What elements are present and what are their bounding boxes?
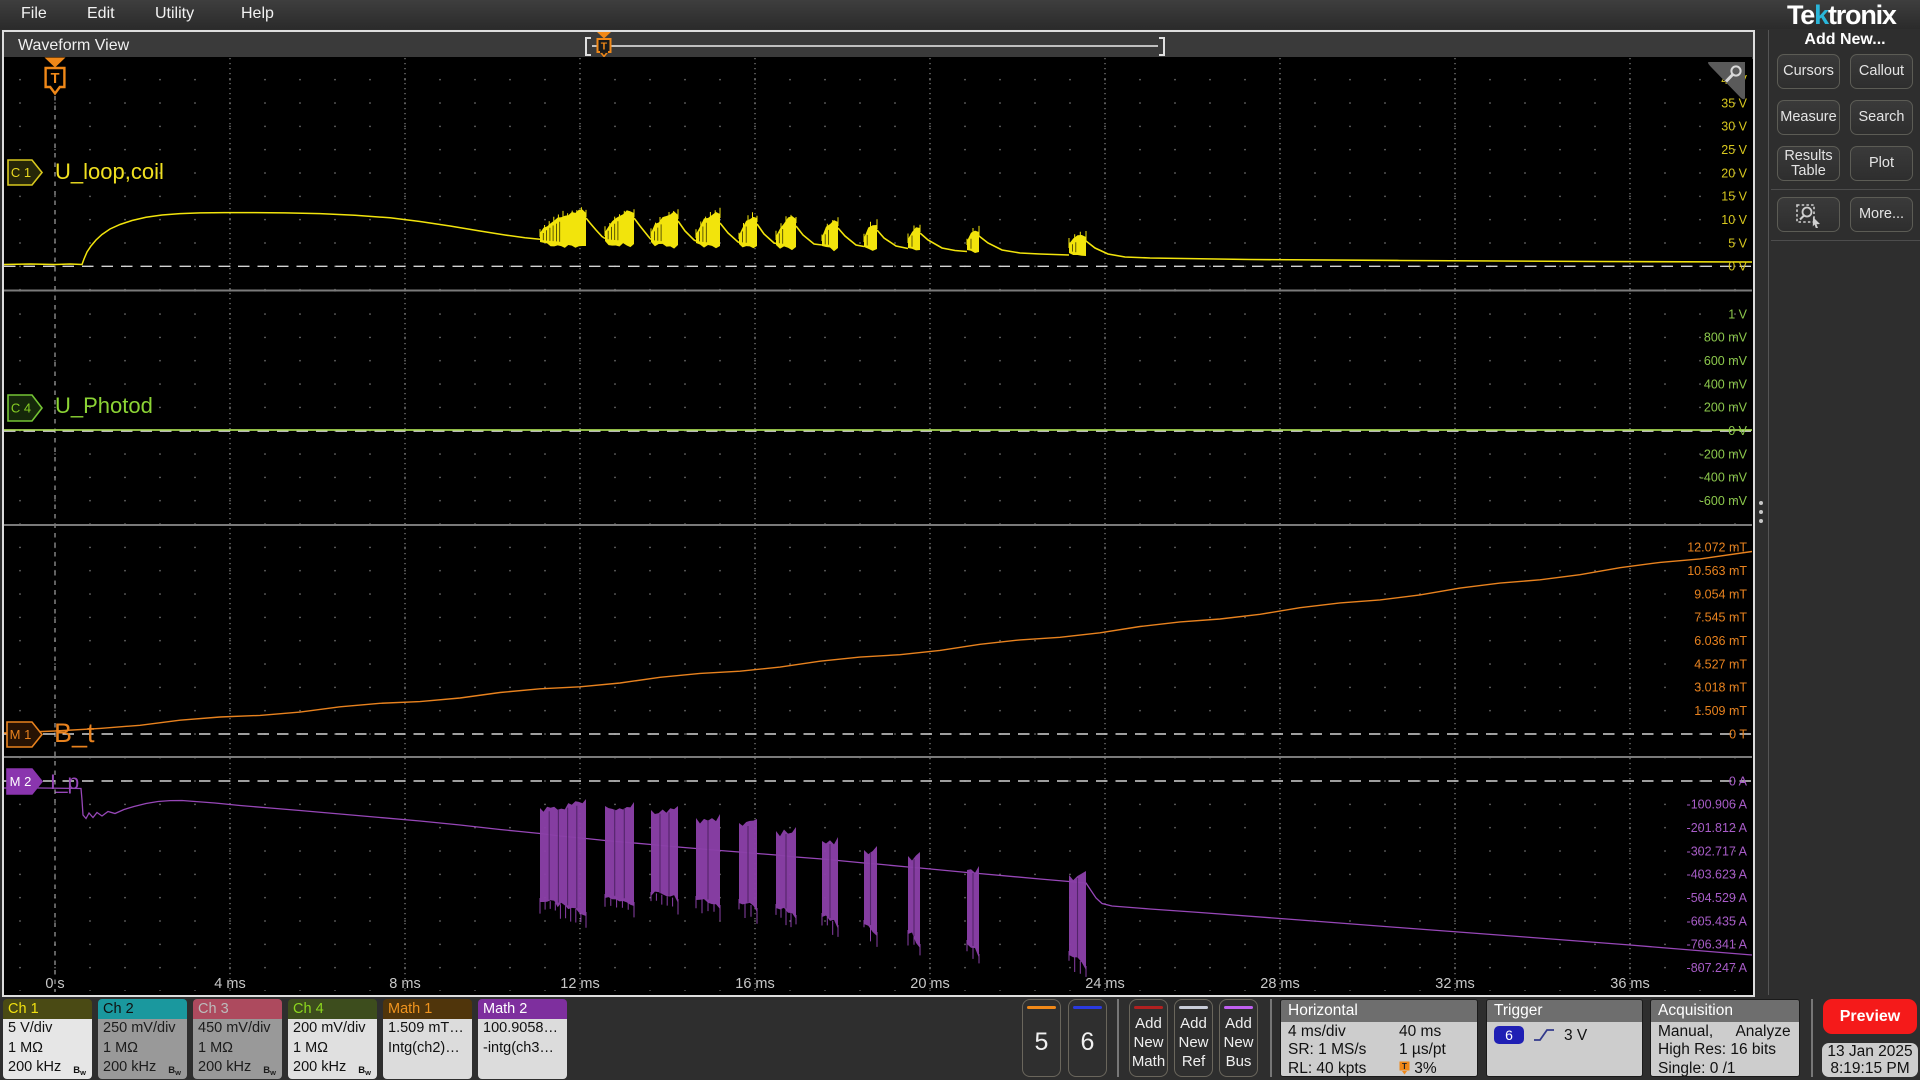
svg-text:0 V: 0 V — [1728, 260, 1747, 274]
svg-text:C 4: C 4 — [11, 401, 31, 416]
svg-text:36 ms: 36 ms — [1610, 976, 1650, 992]
svg-text:600 mV: 600 mV — [1704, 354, 1748, 368]
svg-text:15 V: 15 V — [1721, 190, 1747, 204]
svg-text:-504.529 A: -504.529 A — [1687, 891, 1748, 905]
svg-text:20 V: 20 V — [1721, 166, 1747, 180]
svg-text:12.072 mT: 12.072 mT — [1687, 541, 1747, 555]
svg-text:-600 mV: -600 mV — [1700, 494, 1748, 508]
svg-text:M 2: M 2 — [10, 774, 32, 789]
svg-text:1 V: 1 V — [1728, 307, 1747, 321]
svg-text:12 ms: 12 ms — [560, 976, 600, 992]
svg-text:6.036 mT: 6.036 mT — [1694, 634, 1747, 648]
svg-text:28 ms: 28 ms — [1260, 976, 1300, 992]
svg-text:-400 mV: -400 mV — [1700, 471, 1748, 485]
svg-text:I_p: I_p — [50, 771, 79, 794]
svg-text:-100.906 A: -100.906 A — [1687, 798, 1748, 812]
svg-text:C 1: C 1 — [11, 165, 31, 180]
svg-text:4.527 mT: 4.527 mT — [1694, 657, 1747, 671]
svg-text:16 ms: 16 ms — [735, 976, 775, 992]
svg-text:-201.812 A: -201.812 A — [1687, 821, 1748, 835]
svg-text:0 V: 0 V — [1728, 424, 1747, 438]
svg-text:T: T — [51, 71, 60, 87]
svg-text:0 s: 0 s — [45, 976, 64, 992]
svg-text:30 V: 30 V — [1721, 120, 1747, 134]
svg-text:T: T — [1402, 1062, 1407, 1071]
svg-text:-706.341 A: -706.341 A — [1687, 938, 1748, 952]
svg-text:M 1: M 1 — [10, 727, 32, 742]
svg-text:20 ms: 20 ms — [910, 976, 950, 992]
svg-text:1.509 mT: 1.509 mT — [1694, 704, 1747, 718]
svg-text:25 V: 25 V — [1721, 143, 1747, 157]
svg-text:T: T — [601, 41, 608, 53]
svg-text:7.545 mT: 7.545 mT — [1694, 611, 1747, 625]
svg-text:-807.247 A: -807.247 A — [1687, 961, 1748, 975]
svg-text:8 ms: 8 ms — [389, 976, 420, 992]
svg-text:24 ms: 24 ms — [1085, 976, 1125, 992]
svg-text:400 mV: 400 mV — [1704, 377, 1748, 391]
svg-text:800 mV: 800 mV — [1704, 331, 1748, 345]
svg-text:0 A: 0 A — [1729, 774, 1748, 788]
svg-text:32 ms: 32 ms — [1435, 976, 1475, 992]
svg-text:0 T: 0 T — [1729, 727, 1747, 741]
svg-text:-302.717 A: -302.717 A — [1687, 844, 1748, 858]
svg-text:10.563 mT: 10.563 mT — [1687, 564, 1747, 578]
svg-text:3.018 mT: 3.018 mT — [1694, 681, 1747, 695]
svg-text:U_Photod: U_Photod — [55, 393, 153, 418]
svg-text:-605.435 A: -605.435 A — [1687, 914, 1748, 928]
svg-text:B_t: B_t — [54, 718, 95, 748]
svg-text:10 V: 10 V — [1721, 213, 1747, 227]
svg-text:-200 mV: -200 mV — [1700, 447, 1748, 461]
svg-text:9.054 mT: 9.054 mT — [1694, 587, 1747, 601]
svg-text:U_loop,coil: U_loop,coil — [55, 159, 164, 184]
svg-text:-403.623 A: -403.623 A — [1687, 868, 1748, 882]
svg-text:4 ms: 4 ms — [214, 976, 245, 992]
svg-text:5 V: 5 V — [1728, 236, 1747, 250]
svg-text:200 mV: 200 mV — [1704, 401, 1748, 415]
